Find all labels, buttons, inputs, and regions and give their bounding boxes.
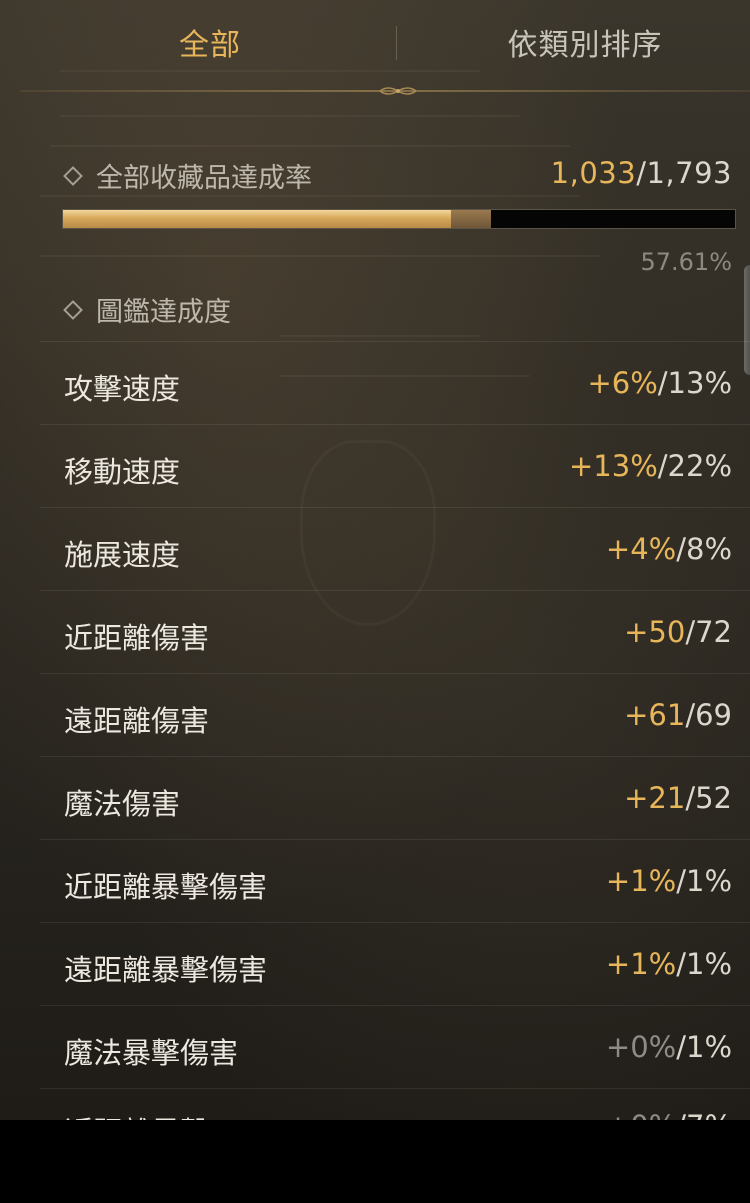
stat-max: /1% <box>676 1030 732 1064</box>
stat-label: 遠距離傷害 <box>64 704 210 738</box>
stat-label: 近距離暴擊 <box>64 1109 209 1120</box>
stat-row: 施展速度 +4%/8% <box>40 507 750 590</box>
stat-bonus: +0% <box>606 1109 676 1120</box>
stat-value: +50/72 <box>624 615 732 649</box>
tab-all-label: 全部 <box>179 28 241 63</box>
stat-bonus: +4% <box>605 532 677 566</box>
stat-row: 近距離暴擊傷害 +1%/1% <box>40 839 750 922</box>
codex-header: 圖鑑達成度 <box>63 290 231 329</box>
diamond-bullet-icon <box>63 165 83 186</box>
collection-panel: 全部 依類別排序 全部收藏品達成率 1,033/1,793 57.61% 圖鑑達… <box>0 0 750 1120</box>
stat-bonus: +6% <box>587 366 658 400</box>
stat-value: +21/52 <box>624 781 732 815</box>
collection-count: 1,033/1,793 <box>551 156 732 190</box>
stat-value: +0%/1% <box>606 1030 732 1064</box>
stat-label: 移動速度 <box>64 455 181 489</box>
stat-label: 施展速度 <box>64 538 181 572</box>
stat-value: +0%/7% <box>606 1109 732 1120</box>
stat-row: 近距離傷害 +50/72 <box>40 590 750 673</box>
tab-all[interactable]: 全部 <box>110 20 310 64</box>
diamond-bullet-icon <box>63 299 83 320</box>
stat-label: 近距離暴擊傷害 <box>64 870 268 904</box>
stat-max: /7% <box>676 1109 732 1120</box>
stat-max: /1% <box>676 947 732 981</box>
collection-progress-bar <box>62 209 736 229</box>
stat-value: +4%/8% <box>606 532 732 566</box>
stat-bonus: +21 <box>624 781 686 815</box>
stat-value: +1%/1% <box>606 947 732 981</box>
stat-value: +13%/22% <box>569 449 732 483</box>
stat-bonus: +1% <box>605 864 677 898</box>
stat-label: 近距離傷害 <box>64 621 210 655</box>
stat-max: /8% <box>676 532 732 566</box>
stat-row: 遠距離暴擊傷害 +1%/1% <box>40 922 750 1005</box>
collection-progress-fill <box>63 210 492 228</box>
collection-total: /1,793 <box>636 156 732 190</box>
collection-rate-title: 全部收藏品達成率 <box>96 163 312 194</box>
stat-row: 移動速度 +13%/22% <box>40 424 750 507</box>
stat-bonus: +0% <box>605 1030 677 1064</box>
tab-sort-by-category[interactable]: 依類別排序 <box>480 20 690 64</box>
stat-row: 魔法暴擊傷害 +0%/1% <box>40 1005 750 1088</box>
stat-label: 攻擊速度 <box>64 372 181 406</box>
stat-max: /1% <box>676 864 732 898</box>
stat-bonus: +50 <box>624 615 686 649</box>
parchment-decoration <box>40 195 580 197</box>
stat-row: 攻擊速度 +6%/13% <box>40 341 750 424</box>
stat-list[interactable]: 攻擊速度 +6%/13% 移動速度 +13%/22% 施展速度 +4%/8% 近距離傷害 +5… <box>40 341 750 1120</box>
ornament-icon <box>379 87 417 95</box>
stat-value: +6%/13% <box>587 366 732 400</box>
stat-bonus: +1% <box>605 947 677 981</box>
tab-sort-label: 依類別排序 <box>507 28 663 63</box>
parchment-decoration <box>280 335 480 337</box>
stat-row: 近距離暴擊 +0%/7% <box>40 1088 750 1120</box>
stat-row: 遠距離傷害 +61/69 <box>40 673 750 756</box>
stat-bonus: +13% <box>569 449 658 483</box>
parchment-decoration <box>40 255 600 257</box>
stat-max: /22% <box>657 449 732 483</box>
collection-percent: 57.61% <box>640 248 732 276</box>
stat-label: 遠距離暴擊傷害 <box>64 953 268 987</box>
parchment-decoration <box>60 115 520 117</box>
stat-bonus: +61 <box>624 698 686 732</box>
parchment-decoration <box>50 145 570 147</box>
stat-max: /72 <box>685 615 732 649</box>
screen: 全部 依類別排序 全部收藏品達成率 1,033/1,793 57.61% 圖鑑達… <box>0 0 750 1203</box>
stat-label: 魔法暴擊傷害 <box>64 1036 239 1070</box>
collection-rate-header: 全部收藏品達成率 <box>63 156 312 195</box>
tab-divider <box>396 26 397 60</box>
stat-max: /13% <box>657 366 732 400</box>
stat-row: 魔法傷害 +21/52 <box>40 756 750 839</box>
stat-max: /52 <box>685 781 732 815</box>
tab-bar: 全部 依類別排序 <box>0 0 750 95</box>
stat-max: /69 <box>685 698 732 732</box>
collection-current: 1,033 <box>550 156 637 190</box>
stat-value: +61/69 <box>624 698 732 732</box>
codex-title: 圖鑑達成度 <box>96 297 231 328</box>
stat-label: 魔法傷害 <box>64 787 181 821</box>
stat-value: +1%/1% <box>606 864 732 898</box>
